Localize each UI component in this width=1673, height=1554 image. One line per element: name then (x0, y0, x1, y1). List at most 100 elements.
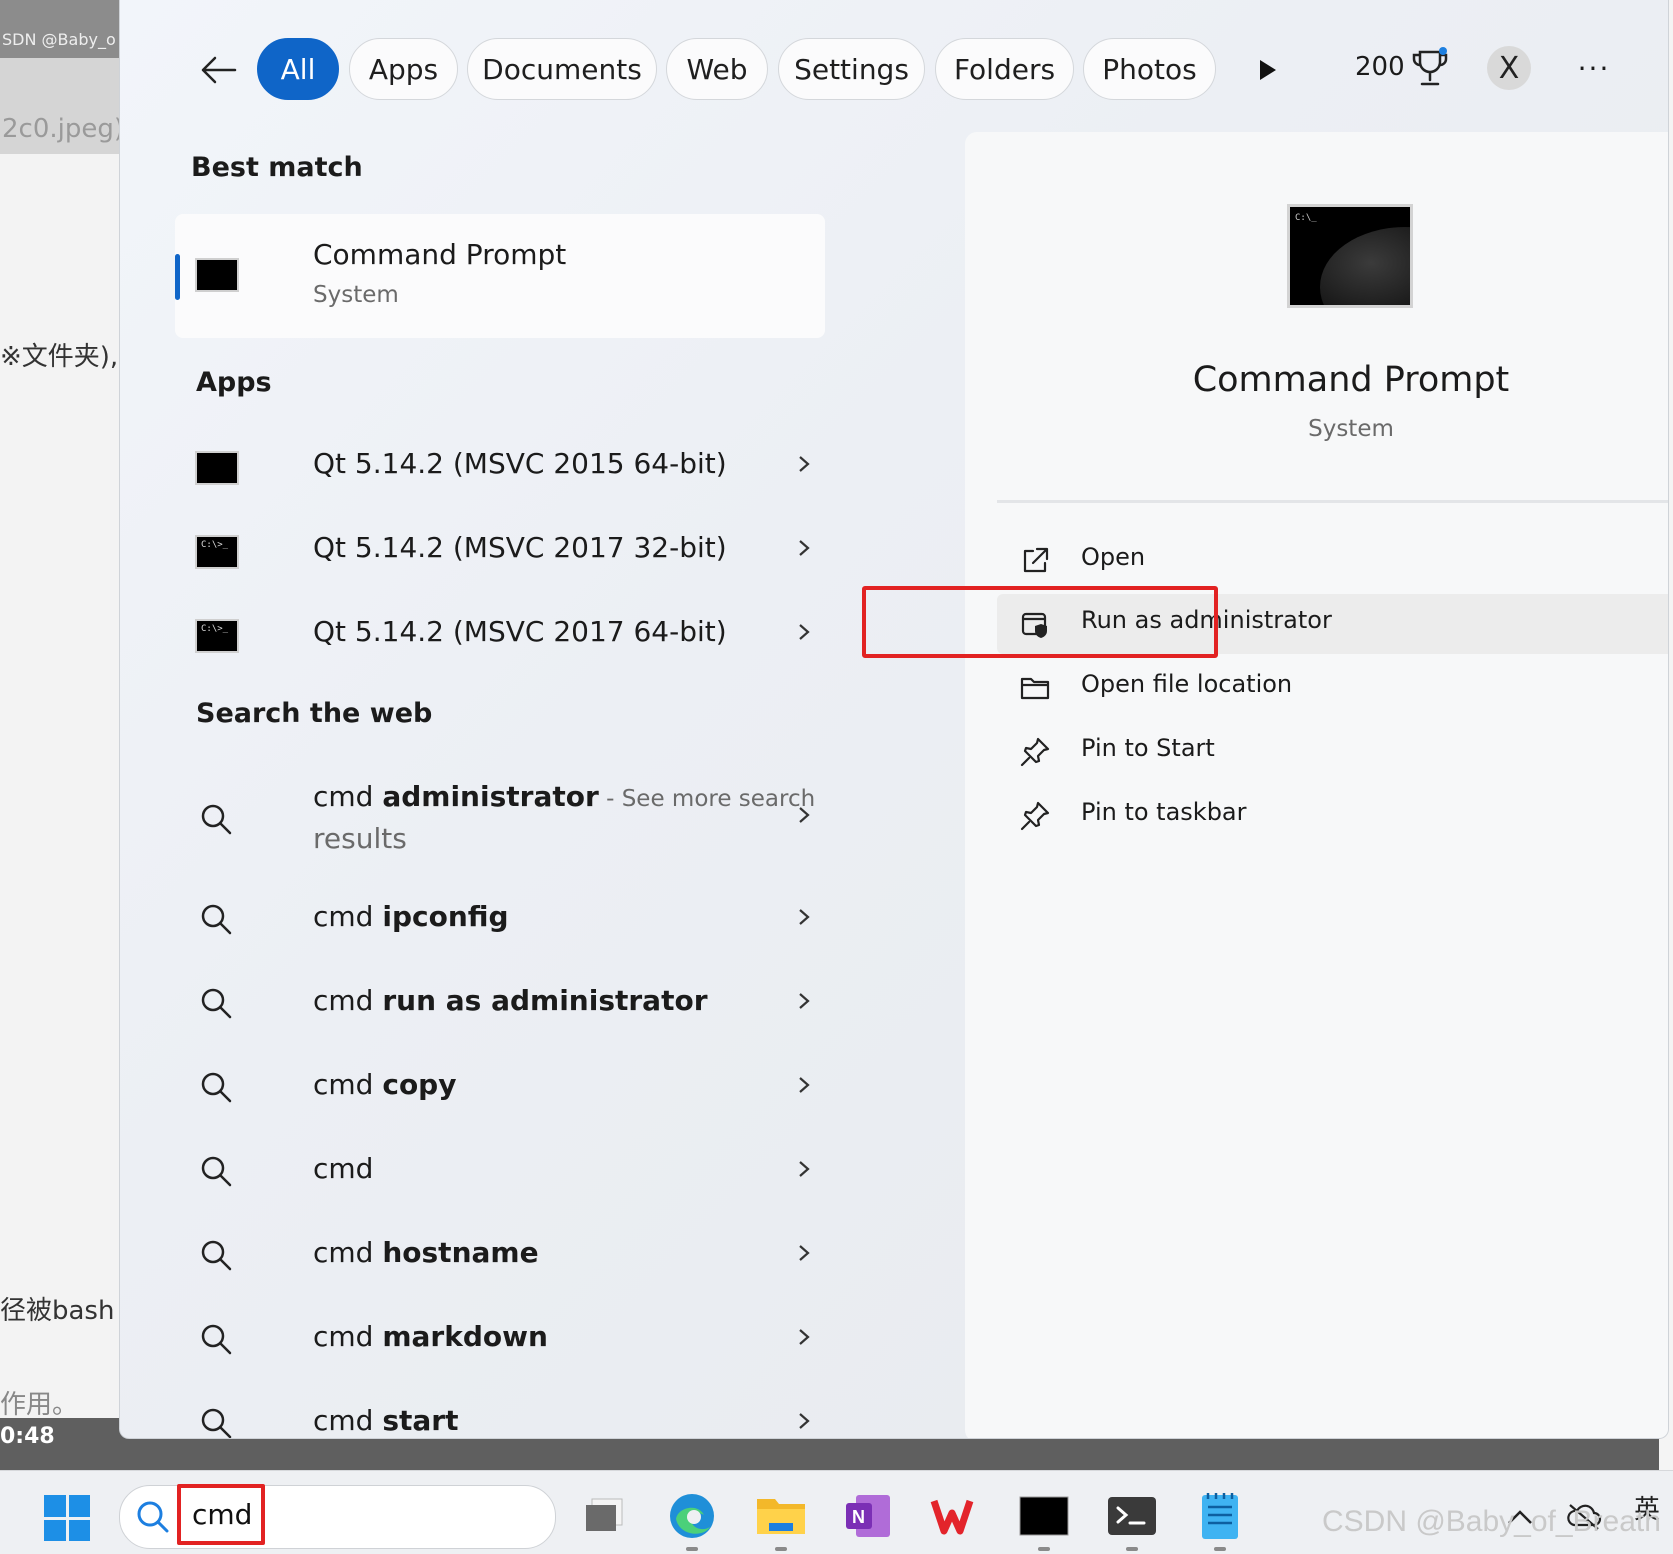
open-label: Open (1081, 543, 1146, 571)
web-result-item[interactable]: cmd administrator - See more search resu… (175, 780, 825, 890)
tab-documents[interactable]: Documents (467, 38, 657, 100)
web-result-item[interactable]: cmd hostname (175, 1236, 825, 1316)
running-indicator (775, 1547, 787, 1551)
search-icon (201, 1072, 232, 1103)
background-document: SDN @Baby_o 2c0.jpeg) ※文件夹), 径被bash 作用。 (0, 0, 120, 1470)
background-text-line: 作用。 (0, 1390, 79, 1420)
search-flyout: All Apps Documents Web Settings Folders … (119, 0, 1669, 1439)
app-result-item[interactable]: C:\>_ Qt 5.14.2 (MSVC 2017 64-bit) (175, 615, 825, 695)
tab-all[interactable]: All (257, 38, 339, 100)
open-external-icon (1023, 547, 1049, 573)
account-avatar[interactable]: X (1487, 46, 1531, 90)
pin-icon (1020, 801, 1050, 831)
pin-to-start-action[interactable]: Pin to Start (997, 722, 1668, 782)
onenote-icon: N (846, 1495, 890, 1537)
play-icon (1260, 60, 1276, 80)
tab-web[interactable]: Web (666, 38, 768, 100)
task-view-icon (586, 1498, 623, 1531)
qt-console-icon: C:\>_ (195, 619, 239, 653)
folder-icon (757, 1499, 805, 1534)
tab-settings[interactable]: Settings (778, 38, 925, 100)
background-text-line: ※文件夹), (0, 342, 119, 372)
search-icon (201, 1240, 232, 1271)
web-result-item[interactable]: cmd run as administrator (175, 984, 825, 1064)
svg-text:N: N (852, 1507, 865, 1527)
app-result-label: Qt 5.14.2 (MSVC 2017 32-bit) (313, 531, 727, 564)
edge-icon (670, 1494, 714, 1538)
chevron-right-icon[interactable] (795, 539, 813, 557)
more-options-button[interactable]: ··· (1570, 46, 1618, 90)
onenote-button[interactable]: N (842, 1491, 894, 1541)
see-more-text-line2: results (313, 822, 407, 855)
cmd-app-icon (195, 258, 239, 292)
query-prefix: cmd (313, 1236, 383, 1269)
pin-to-taskbar-label: Pin to taskbar (1081, 798, 1247, 826)
web-result-label: cmd start (313, 1404, 458, 1437)
search-icon (201, 1156, 232, 1187)
app-result-label: Qt 5.14.2 (MSVC 2017 64-bit) (313, 615, 727, 648)
chevron-right-icon[interactable] (795, 1244, 813, 1262)
open-file-location-action[interactable]: Open file location (997, 658, 1668, 718)
query-suggestion: administrator (382, 780, 599, 813)
search-icon (201, 804, 232, 835)
windows-terminal-button[interactable] (1106, 1491, 1158, 1551)
folder-icon (1020, 677, 1050, 700)
open-file-location-label: Open file location (1081, 670, 1293, 698)
query-prefix: cmd (313, 780, 383, 813)
chevron-right-icon[interactable] (795, 992, 813, 1010)
chevron-right-icon[interactable] (795, 1160, 813, 1178)
preview-divider (997, 500, 1668, 503)
apps-header: Apps (196, 367, 272, 398)
chevron-right-icon[interactable] (795, 908, 813, 926)
background-text-line: 径被bash (0, 1296, 115, 1326)
edge-browser-button[interactable] (666, 1491, 718, 1551)
rewards-button[interactable] (1410, 46, 1450, 90)
open-action[interactable]: Open (997, 531, 1668, 591)
more-tabs-button[interactable] (1248, 50, 1288, 90)
app-result-item[interactable]: Qt 5.14.2 (MSVC 2015 64-bit) (175, 447, 825, 527)
web-result-item[interactable]: cmd markdown (175, 1320, 825, 1400)
back-button[interactable] (194, 46, 242, 94)
chevron-right-icon[interactable] (795, 1076, 813, 1094)
chevron-right-icon[interactable] (795, 1328, 813, 1346)
windows-start-icon[interactable] (44, 1495, 90, 1541)
chevron-right-icon[interactable] (795, 806, 813, 824)
wps-office-button[interactable] (930, 1491, 982, 1541)
search-icon (201, 1408, 232, 1438)
pin-icon (1020, 737, 1050, 767)
annotation-highlight-box (862, 586, 1218, 658)
web-result-item[interactable]: cmd (175, 1152, 825, 1232)
app-result-item[interactable]: C:\>_ Qt 5.14.2 (MSVC 2017 32-bit) (175, 531, 825, 611)
web-result-item[interactable]: cmd copy (175, 1068, 825, 1148)
web-result-label: cmd markdown (313, 1320, 548, 1353)
chevron-right-icon[interactable] (795, 623, 813, 641)
tab-folders[interactable]: Folders (935, 38, 1074, 100)
web-result-item[interactable]: cmd start (175, 1404, 825, 1438)
qt-console-icon: C:\>_ (195, 535, 239, 569)
pin-to-taskbar-action[interactable]: Pin to taskbar (997, 786, 1668, 846)
background-header: SDN @Baby_o (0, 0, 120, 58)
web-result-label: cmd ipconfig (313, 900, 509, 933)
chevron-right-icon[interactable] (795, 455, 813, 473)
web-result-label: cmd administrator - See more search (313, 780, 815, 813)
notepad-button[interactable] (1194, 1491, 1246, 1551)
best-match-subtitle: System (313, 282, 399, 308)
tab-photos[interactable]: Photos (1083, 38, 1216, 100)
rewards-points: 200 (1355, 52, 1405, 82)
notepad-icon (1202, 1493, 1238, 1539)
chevron-right-icon[interactable] (795, 1412, 813, 1430)
query-prefix: cmd (313, 1068, 383, 1101)
command-prompt-taskbar-button[interactable] (1018, 1491, 1070, 1551)
query-prefix: cmd (313, 1404, 383, 1437)
csdn-watermark: CSDN @Baby_of_Breath (1322, 1505, 1661, 1538)
preview-title: Command Prompt (1192, 360, 1510, 400)
search-icon (137, 1501, 169, 1533)
tab-apps[interactable]: Apps (349, 38, 458, 100)
web-result-item[interactable]: cmd ipconfig (175, 900, 825, 980)
trophy-icon (1412, 47, 1448, 86)
running-indicator (686, 1547, 698, 1551)
task-view-button[interactable] (580, 1491, 632, 1541)
background-file-text: 2c0.jpeg) (2, 114, 120, 144)
best-match-item[interactable]: Command Prompt System (175, 214, 825, 338)
file-explorer-button[interactable] (755, 1491, 807, 1551)
